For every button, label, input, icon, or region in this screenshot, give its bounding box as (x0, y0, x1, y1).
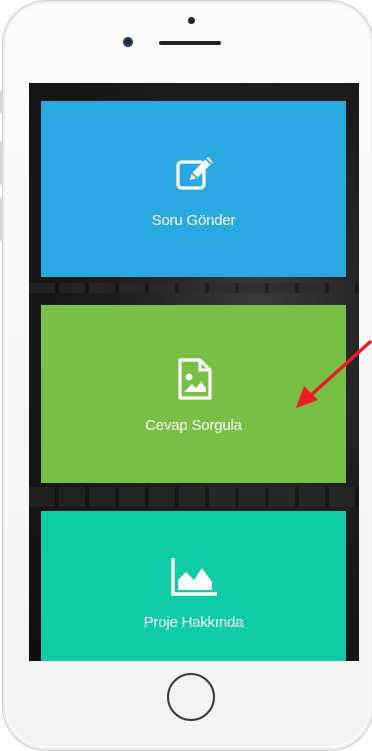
earpiece-speaker (159, 41, 221, 45)
background-keyboard (29, 497, 359, 507)
background-keyboard (29, 283, 359, 293)
menu-tile-proje-hakkinda[interactable]: Proje Hakkında (41, 511, 346, 661)
tile-label: Proje Hakkında (143, 613, 244, 631)
edit-icon (175, 156, 213, 190)
volume-up-button (0, 141, 3, 185)
home-button[interactable] (167, 673, 215, 721)
area-chart-icon (170, 557, 217, 596)
volume-down-button (0, 197, 3, 241)
menu-tile-soru-gonder[interactable]: Soru Gönder (41, 101, 346, 277)
tile-label: Cevap Sorgula (145, 416, 242, 434)
front-camera (123, 37, 133, 47)
image-file-icon (177, 357, 212, 400)
tile-label: Soru Gönder (151, 211, 236, 229)
proximity-sensor (188, 17, 195, 24)
background-keyboard (29, 487, 359, 497)
mute-switch (0, 91, 3, 113)
annotation-arrow-icon (296, 340, 372, 408)
